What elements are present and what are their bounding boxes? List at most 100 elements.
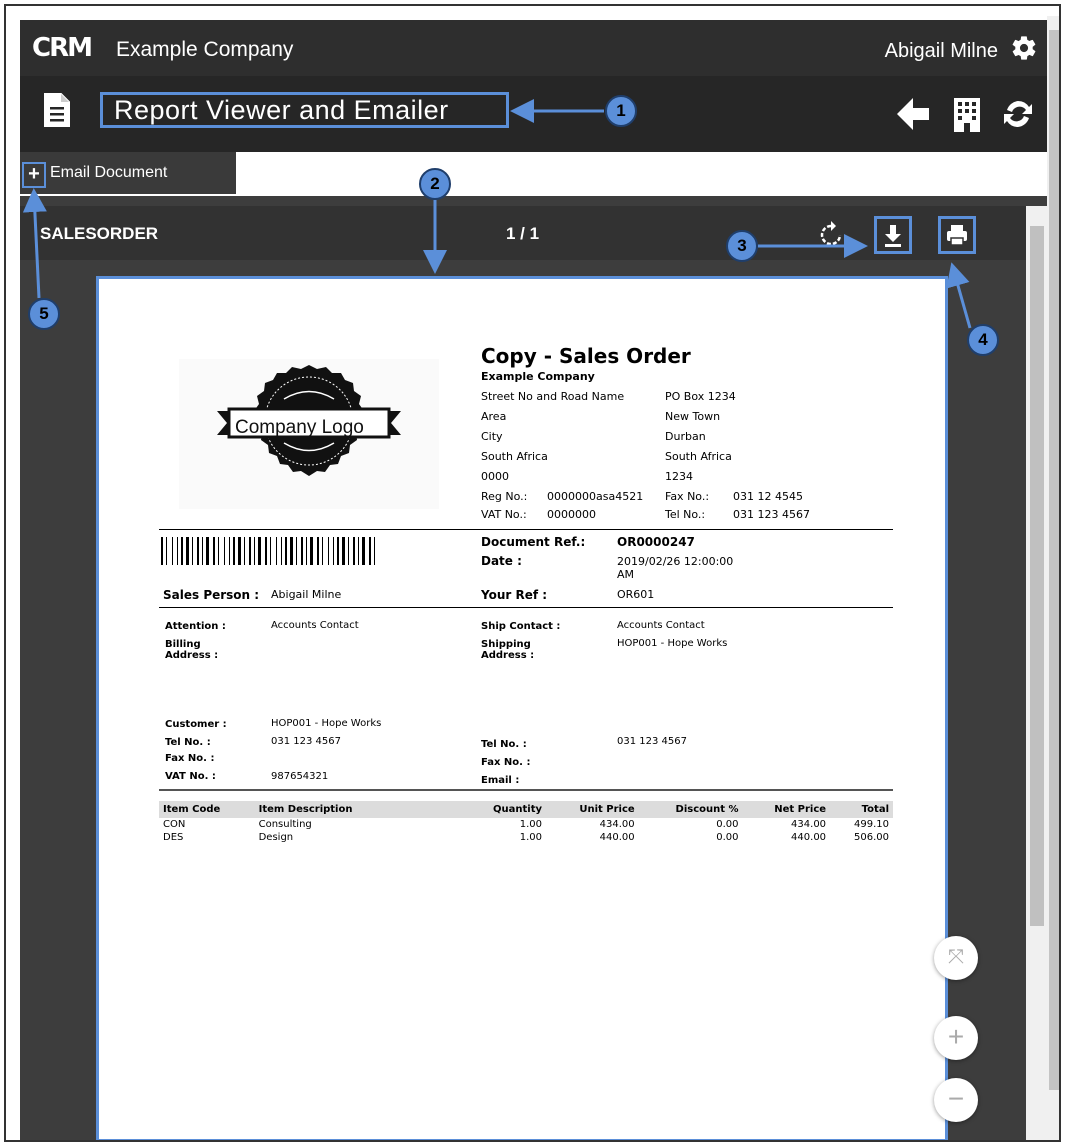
ship-tel-label: Tel No. : xyxy=(481,739,527,750)
cell: 434.00 xyxy=(791,819,827,830)
col-net-price: Net Price xyxy=(742,801,831,818)
col-item-description: Item Description xyxy=(254,801,463,818)
cell: 1.00 xyxy=(519,832,542,843)
download-icon[interactable] xyxy=(874,216,912,254)
col-discount: Discount % xyxy=(638,801,743,818)
cell: 0.00 xyxy=(716,819,739,830)
ship-fax-label: Fax No. : xyxy=(481,757,531,768)
reg-value: 0000000asa4521 xyxy=(547,490,644,503)
table-header-row: Item Code Item Description Quantity Unit… xyxy=(159,801,893,818)
table-row: DES Design 1.00 440.00 0.00 440.00 506.0… xyxy=(159,831,893,844)
ship-tel-value: 031 123 4567 xyxy=(617,736,687,747)
shipping-value: HOP001 - Hope Works xyxy=(617,638,728,649)
address-line: Area xyxy=(481,410,507,423)
report-name: SALESORDER xyxy=(40,224,159,243)
callout-1: 1 xyxy=(605,95,637,127)
page-title: Report Viewer and Emailer xyxy=(100,92,509,128)
divider xyxy=(159,789,893,791)
document-icon xyxy=(44,93,70,127)
fit-page-button[interactable]: ⤧ xyxy=(934,936,978,980)
callout-3: 3 xyxy=(726,230,758,262)
address-line: South Africa xyxy=(481,450,548,463)
cell: Design xyxy=(258,832,294,843)
sales-person-value: Abigail Milne xyxy=(271,588,342,601)
cell: 1.00 xyxy=(519,819,542,830)
document-company-name: Example Company xyxy=(481,370,595,383)
cell: 440.00 xyxy=(599,832,635,843)
address-line: 1234 xyxy=(665,470,693,483)
fax-value: 031 12 4545 xyxy=(733,490,803,503)
ship-email-label: Email : xyxy=(481,775,520,786)
user-name[interactable]: Abigail Milne xyxy=(885,40,998,63)
zoom-out-button[interactable]: − xyxy=(934,1078,978,1122)
cust-tel-label: Tel No. : xyxy=(165,737,211,748)
billing-label: Billing xyxy=(165,639,201,650)
zoom-in-button[interactable]: + xyxy=(934,1016,978,1060)
cell: 499.10 xyxy=(854,819,889,830)
col-quantity: Quantity xyxy=(462,801,546,818)
col-item-code: Item Code xyxy=(159,801,255,818)
tel-label: Tel No.: xyxy=(665,508,706,521)
address-line: South Africa xyxy=(665,450,732,463)
divider xyxy=(159,607,893,608)
cust-vat-label: VAT No. : xyxy=(165,771,216,782)
address-line: Durban xyxy=(665,430,706,443)
vat-label: VAT No.: xyxy=(481,508,527,521)
ship-contact-label: Ship Contact : xyxy=(481,621,561,632)
top-bar: CRM Example Company Abigail Milne xyxy=(20,20,1048,76)
page-indicator: 1 / 1 xyxy=(506,224,540,243)
page-scroll-thumb[interactable] xyxy=(1049,30,1059,1090)
tel-value: 031 123 4567 xyxy=(733,508,810,521)
expand-plus-icon[interactable]: + xyxy=(22,162,46,188)
title-bar: Report Viewer and Emailer xyxy=(20,76,1048,152)
fax-label: Fax No.: xyxy=(665,490,710,503)
attention-label: Attention : xyxy=(165,621,226,632)
shipping-label-2: Address : xyxy=(481,650,535,661)
page-scrollbar[interactable] xyxy=(1047,16,1059,1140)
barcode xyxy=(161,537,375,565)
report-viewer: SALESORDER 1 / 1 Company Logo Copy - Sal… xyxy=(20,196,1048,1140)
attention-value: Accounts Contact xyxy=(271,620,359,631)
document-heading: Copy - Sales Order xyxy=(481,344,691,368)
viewer-scrollbar[interactable] xyxy=(1026,206,1048,1140)
gear-icon[interactable] xyxy=(1010,34,1038,62)
vat-value: 0000000 xyxy=(547,508,596,521)
app-frame: CRM Example Company Abigail Milne Report… xyxy=(4,4,1061,1142)
viewer-toolbar: SALESORDER 1 / 1 xyxy=(20,206,1026,260)
ship-contact-value: Accounts Contact xyxy=(617,620,705,631)
address-line: New Town xyxy=(665,410,721,423)
print-icon[interactable] xyxy=(938,216,976,254)
customer-value: HOP001 - Hope Works xyxy=(271,718,382,729)
cust-vat-value: 987654321 xyxy=(271,771,329,782)
rotate-icon[interactable] xyxy=(812,216,850,254)
doc-ref-value: OR0000247 xyxy=(617,535,695,549)
crm-logo: CRM xyxy=(32,33,93,63)
email-document-tab[interactable]: + Email Document xyxy=(20,152,236,194)
cust-tel-value: 031 123 4567 xyxy=(271,736,341,747)
your-ref-value: OR601 xyxy=(617,588,655,601)
building-icon[interactable] xyxy=(952,96,982,132)
logo-text: Company Logo xyxy=(235,417,364,438)
col-unit-price: Unit Price xyxy=(546,801,639,818)
email-tab-row: + Email Document xyxy=(20,152,1048,196)
refresh-icon[interactable] xyxy=(1000,96,1036,132)
cell: 506.00 xyxy=(854,832,889,843)
date-label: Date : xyxy=(481,554,522,568)
doc-ref-label: Document Ref.: xyxy=(481,535,586,549)
billing-label-2: Address : xyxy=(165,650,219,661)
cell: Consulting xyxy=(258,819,312,830)
app-window: CRM Example Company Abigail Milne Report… xyxy=(20,20,1048,1140)
divider xyxy=(159,529,893,530)
cust-fax-label: Fax No. : xyxy=(165,753,215,764)
document-page[interactable]: Company Logo Copy - Sales Order Example … xyxy=(96,276,948,1140)
cell: CON xyxy=(163,819,186,830)
email-document-label: Email Document xyxy=(50,164,168,181)
address-line: Street No and Road Name xyxy=(481,390,625,403)
viewer-scroll-thumb[interactable] xyxy=(1030,226,1044,926)
back-arrow-icon[interactable] xyxy=(893,96,933,132)
nav-icons xyxy=(893,96,1036,137)
date-value-ampm: AM xyxy=(617,568,635,581)
cell: 434.00 xyxy=(599,819,635,830)
callout-5: 5 xyxy=(28,298,60,330)
cell: 0.00 xyxy=(716,832,739,843)
